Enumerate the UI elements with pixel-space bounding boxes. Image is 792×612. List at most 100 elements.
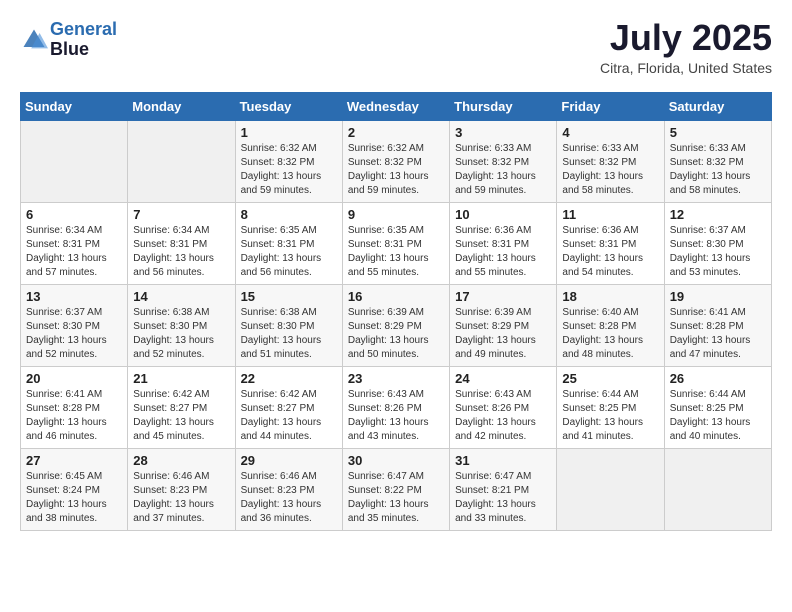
calendar-cell: 5 Sunrise: 6:33 AM Sunset: 8:32 PM Daylig… [664,121,771,203]
calendar-cell: 28 Sunrise: 6:46 AM Sunset: 8:23 PM Dayli… [128,449,235,531]
day-info: Sunrise: 6:43 AM Sunset: 8:26 PM Dayligh… [348,388,444,444]
weekday-header: Sunday [21,93,128,121]
calendar-cell: 6 Sunrise: 6:34 AM Sunset: 8:31 PM Daylig… [21,203,128,285]
page-header: General Blue July 2025 Citra, Florida, U… [20,20,772,76]
day-info: Sunrise: 6:41 AM Sunset: 8:28 PM Dayligh… [26,388,122,444]
day-info: Sunrise: 6:39 AM Sunset: 8:29 PM Dayligh… [455,306,551,362]
calendar-table: SundayMondayTuesdayWednesdayThursdayFrid… [20,92,772,531]
day-info: Sunrise: 6:43 AM Sunset: 8:26 PM Dayligh… [455,388,551,444]
calendar-cell: 9 Sunrise: 6:35 AM Sunset: 8:31 PM Daylig… [342,203,449,285]
calendar-cell: 19 Sunrise: 6:41 AM Sunset: 8:28 PM Dayli… [664,285,771,367]
day-number: 28 [133,453,229,468]
day-number: 19 [670,289,766,304]
weekday-header: Tuesday [235,93,342,121]
day-info: Sunrise: 6:34 AM Sunset: 8:31 PM Dayligh… [133,224,229,280]
calendar-cell: 14 Sunrise: 6:38 AM Sunset: 8:30 PM Dayli… [128,285,235,367]
calendar-cell: 7 Sunrise: 6:34 AM Sunset: 8:31 PM Daylig… [128,203,235,285]
day-info: Sunrise: 6:46 AM Sunset: 8:23 PM Dayligh… [133,470,229,526]
day-number: 1 [241,125,337,140]
day-number: 9 [348,207,444,222]
weekday-header: Wednesday [342,93,449,121]
day-number: 21 [133,371,229,386]
calendar-cell: 18Sunrise: 6:40 AM Sunset: 8:28 PM Dayli… [557,285,664,367]
calendar-cell: 23 Sunrise: 6:43 AM Sunset: 8:26 PM Dayli… [342,367,449,449]
day-number: 15 [241,289,337,304]
day-info: Sunrise: 6:46 AM Sunset: 8:23 PM Dayligh… [241,470,337,526]
calendar-cell: 26 Sunrise: 6:44 AM Sunset: 8:25 PM Dayli… [664,367,771,449]
day-info: Sunrise: 6:33 AM Sunset: 8:32 PM Dayligh… [670,142,766,198]
day-info: Sunrise: 6:40 AM Sunset: 8:28 PM Dayligh… [562,306,658,362]
day-number: 14 [133,289,229,304]
logo-line2: Blue [50,40,117,60]
calendar-cell: 13 Sunrise: 6:37 AM Sunset: 8:30 PM Dayli… [21,285,128,367]
day-info: Sunrise: 6:32 AM Sunset: 8:32 PM Dayligh… [348,142,444,198]
day-number: 20 [26,371,122,386]
day-number: 30 [348,453,444,468]
calendar-week-row: 6 Sunrise: 6:34 AM Sunset: 8:31 PM Daylig… [21,203,772,285]
day-number: 8 [241,207,337,222]
day-info: Sunrise: 6:44 AM Sunset: 8:25 PM Dayligh… [562,388,658,444]
weekday-header: Saturday [664,93,771,121]
day-number: 6 [26,207,122,222]
day-number: 26 [670,371,766,386]
calendar-cell: 8 Sunrise: 6:35 AM Sunset: 8:31 PM Daylig… [235,203,342,285]
logo-icon [20,26,48,54]
weekday-header: Friday [557,93,664,121]
day-number: 29 [241,453,337,468]
day-info: Sunrise: 6:44 AM Sunset: 8:25 PM Dayligh… [670,388,766,444]
day-number: 7 [133,207,229,222]
day-info: Sunrise: 6:37 AM Sunset: 8:30 PM Dayligh… [670,224,766,280]
weekday-header: Monday [128,93,235,121]
day-info: Sunrise: 6:36 AM Sunset: 8:31 PM Dayligh… [562,224,658,280]
day-number: 23 [348,371,444,386]
day-number: 13 [26,289,122,304]
calendar-cell: 4Sunrise: 6:33 AM Sunset: 8:32 PM Daylig… [557,121,664,203]
day-number: 12 [670,207,766,222]
day-number: 31 [455,453,551,468]
weekday-header: Thursday [450,93,557,121]
calendar-week-row: 27 Sunrise: 6:45 AM Sunset: 8:24 PM Dayli… [21,449,772,531]
calendar-cell: 25 Sunrise: 6:44 AM Sunset: 8:25 PM Dayli… [557,367,664,449]
calendar-cell [664,449,771,531]
calendar-cell: 16Sunrise: 6:39 AM Sunset: 8:29 PM Dayli… [342,285,449,367]
logo: General Blue [20,20,117,60]
day-info: Sunrise: 6:38 AM Sunset: 8:30 PM Dayligh… [133,306,229,362]
day-number: 5 [670,125,766,140]
day-info: Sunrise: 6:45 AM Sunset: 8:24 PM Dayligh… [26,470,122,526]
calendar-cell: 17 Sunrise: 6:39 AM Sunset: 8:29 PM Dayli… [450,285,557,367]
calendar-cell: 2Sunrise: 6:32 AM Sunset: 8:32 PM Daylig… [342,121,449,203]
day-info: Sunrise: 6:35 AM Sunset: 8:31 PM Dayligh… [241,224,337,280]
day-info: Sunrise: 6:32 AM Sunset: 8:32 PM Dayligh… [241,142,337,198]
calendar-cell: 30 Sunrise: 6:47 AM Sunset: 8:22 PM Dayli… [342,449,449,531]
calendar-cell: 1 Sunrise: 6:32 AM Sunset: 8:32 PM Daylig… [235,121,342,203]
weekday-header-row: SundayMondayTuesdayWednesdayThursdayFrid… [21,93,772,121]
month-title: July 2025 [600,20,772,56]
title-block: July 2025 Citra, Florida, United States [600,20,772,76]
calendar-cell: 24 Sunrise: 6:43 AM Sunset: 8:26 PM Dayli… [450,367,557,449]
calendar-cell: 27 Sunrise: 6:45 AM Sunset: 8:24 PM Dayli… [21,449,128,531]
day-info: Sunrise: 6:37 AM Sunset: 8:30 PM Dayligh… [26,306,122,362]
day-number: 17 [455,289,551,304]
calendar-cell: 3Sunrise: 6:33 AM Sunset: 8:32 PM Daylig… [450,121,557,203]
logo-line1: General [50,19,117,39]
day-info: Sunrise: 6:38 AM Sunset: 8:30 PM Dayligh… [241,306,337,362]
day-number: 24 [455,371,551,386]
calendar-cell: 15 Sunrise: 6:38 AM Sunset: 8:30 PM Dayli… [235,285,342,367]
calendar-cell [21,121,128,203]
day-info: Sunrise: 6:41 AM Sunset: 8:28 PM Dayligh… [670,306,766,362]
day-number: 11 [562,207,658,222]
calendar-cell: 12 Sunrise: 6:37 AM Sunset: 8:30 PM Dayli… [664,203,771,285]
day-number: 4 [562,125,658,140]
day-number: 25 [562,371,658,386]
calendar-week-row: 13 Sunrise: 6:37 AM Sunset: 8:30 PM Dayli… [21,285,772,367]
day-info: Sunrise: 6:34 AM Sunset: 8:31 PM Dayligh… [26,224,122,280]
day-number: 27 [26,453,122,468]
day-info: Sunrise: 6:35 AM Sunset: 8:31 PM Dayligh… [348,224,444,280]
calendar-cell: 20 Sunrise: 6:41 AM Sunset: 8:28 PM Dayli… [21,367,128,449]
day-number: 10 [455,207,551,222]
day-number: 16 [348,289,444,304]
calendar-cell: 31Sunrise: 6:47 AM Sunset: 8:21 PM Dayli… [450,449,557,531]
day-info: Sunrise: 6:47 AM Sunset: 8:22 PM Dayligh… [348,470,444,526]
day-number: 22 [241,371,337,386]
calendar-cell: 10Sunrise: 6:36 AM Sunset: 8:31 PM Dayli… [450,203,557,285]
